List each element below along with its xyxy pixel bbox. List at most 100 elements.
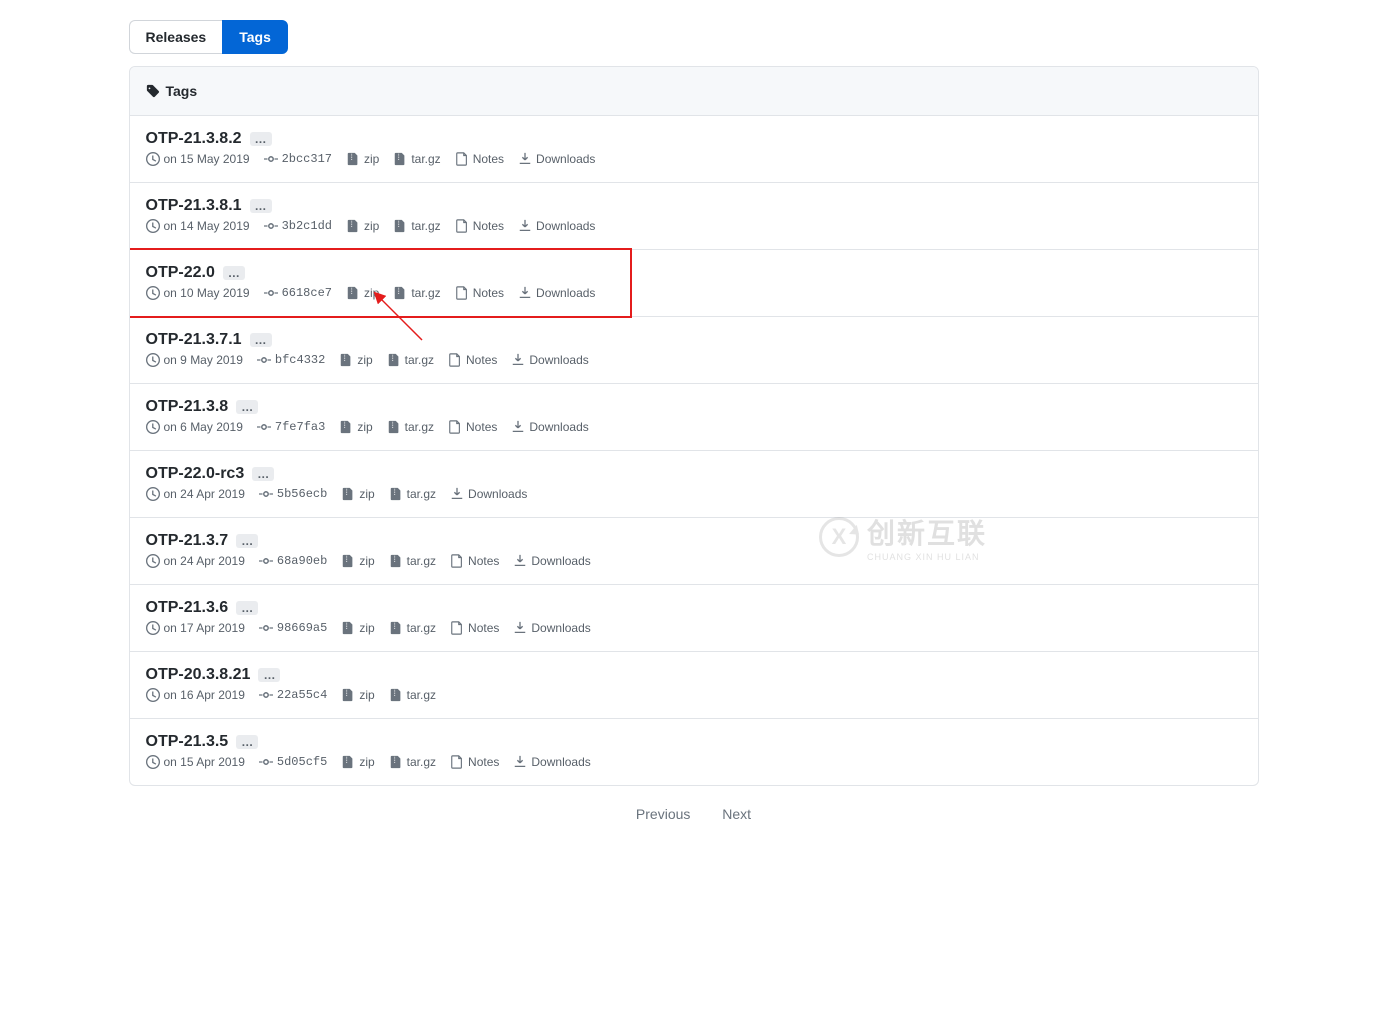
targz-link[interactable]: tar.gz [389, 621, 436, 635]
pagination-prev[interactable]: Previous [636, 806, 690, 822]
tag-meta: on 24 Apr 201968a90ebziptar.gzNotesDownl… [146, 554, 1242, 568]
tag-name-link[interactable]: OTP-21.3.6 [146, 599, 229, 617]
tag-row: OTP-22.0-rc3…on 24 Apr 20195b56ecbziptar… [130, 451, 1258, 518]
ellipsis-button[interactable]: … [236, 601, 258, 615]
commit-link-label: 6618ce7 [282, 286, 332, 300]
zip-link-label: zip [359, 487, 374, 501]
commit-link[interactable]: 5b56ecb [259, 487, 327, 501]
tab-releases[interactable]: Releases [129, 20, 223, 54]
commit-link[interactable]: 6618ce7 [264, 286, 332, 300]
zip-link[interactable]: zip [341, 688, 374, 702]
downloads-link-label: Downloads [531, 755, 590, 769]
targz-link[interactable]: tar.gz [389, 554, 436, 568]
downloads-link-label: Downloads [536, 219, 595, 233]
notes-link[interactable]: Notes [455, 219, 504, 233]
commit-link[interactable]: 2bcc317 [264, 152, 332, 166]
tag-name-link[interactable]: OTP-20.3.8.21 [146, 666, 251, 684]
notes-link[interactable]: Notes [455, 286, 504, 300]
zip-link-label: zip [359, 688, 374, 702]
zip-link[interactable]: zip [346, 286, 379, 300]
targz-link[interactable]: tar.gz [389, 487, 436, 501]
notes-link[interactable]: Notes [450, 755, 499, 769]
downloads-link[interactable]: Downloads [518, 286, 595, 300]
notes-link[interactable]: Notes [450, 621, 499, 635]
targz-link-icon [389, 487, 403, 501]
zip-link[interactable]: zip [346, 152, 379, 166]
zip-link-label: zip [357, 353, 372, 367]
commit-link-icon [264, 152, 278, 166]
ellipsis-button[interactable]: … [236, 400, 258, 414]
notes-link[interactable]: Notes [448, 353, 497, 367]
tag-date: on 6 May 2019 [146, 420, 243, 434]
tag-date-icon [146, 554, 160, 568]
notes-link-icon [450, 621, 464, 635]
targz-link[interactable]: tar.gz [389, 688, 436, 702]
tag-name-link[interactable]: OTP-22.0 [146, 264, 215, 282]
downloads-link[interactable]: Downloads [511, 353, 588, 367]
targz-link[interactable]: tar.gz [393, 152, 440, 166]
zip-link[interactable]: zip [339, 353, 372, 367]
zip-link-icon [341, 554, 355, 568]
commit-link[interactable]: 68a90eb [259, 554, 327, 568]
zip-link[interactable]: zip [341, 487, 374, 501]
notes-link-label: Notes [466, 353, 497, 367]
downloads-link[interactable]: Downloads [513, 755, 590, 769]
zip-link-icon [341, 755, 355, 769]
tag-name-link[interactable]: OTP-21.3.7 [146, 532, 229, 550]
ellipsis-button[interactable]: … [236, 534, 258, 548]
notes-link[interactable]: Notes [448, 420, 497, 434]
pagination: Previous Next [129, 786, 1259, 852]
targz-link[interactable]: tar.gz [389, 755, 436, 769]
ellipsis-button[interactable]: … [250, 132, 272, 146]
tag-name-link[interactable]: OTP-22.0-rc3 [146, 465, 245, 483]
ellipsis-button[interactable]: … [223, 266, 245, 280]
downloads-link[interactable]: Downloads [513, 554, 590, 568]
tag-name-link[interactable]: OTP-21.3.5 [146, 733, 229, 751]
downloads-link[interactable]: Downloads [450, 487, 527, 501]
commit-link[interactable]: 3b2c1dd [264, 219, 332, 233]
ellipsis-button[interactable]: … [250, 333, 272, 347]
ellipsis-button[interactable]: … [258, 668, 280, 682]
tag-date-label: on 9 May 2019 [164, 353, 243, 367]
targz-link[interactable]: tar.gz [387, 420, 434, 434]
zip-link[interactable]: zip [339, 420, 372, 434]
targz-link[interactable]: tar.gz [393, 286, 440, 300]
downloads-link-icon [513, 554, 527, 568]
tag-meta: on 15 Apr 20195d05cf5ziptar.gzNotesDownl… [146, 755, 1242, 769]
commit-link[interactable]: 5d05cf5 [259, 755, 327, 769]
downloads-link-icon [518, 286, 532, 300]
downloads-link[interactable]: Downloads [518, 219, 595, 233]
commit-link[interactable]: 98669a5 [259, 621, 327, 635]
zip-link[interactable]: zip [346, 219, 379, 233]
notes-link[interactable]: Notes [450, 554, 499, 568]
zip-link[interactable]: zip [341, 755, 374, 769]
zip-link[interactable]: zip [341, 621, 374, 635]
tag-name-link[interactable]: OTP-21.3.8 [146, 398, 229, 416]
zip-link[interactable]: zip [341, 554, 374, 568]
targz-link[interactable]: tar.gz [393, 219, 440, 233]
zip-link-icon [341, 688, 355, 702]
commit-link[interactable]: 22a55c4 [259, 688, 327, 702]
tab-tags[interactable]: Tags [222, 20, 288, 54]
targz-link[interactable]: tar.gz [387, 353, 434, 367]
commit-link[interactable]: bfc4332 [257, 353, 325, 367]
ellipsis-button[interactable]: … [250, 199, 272, 213]
tag-name-link[interactable]: OTP-21.3.7.1 [146, 331, 242, 349]
downloads-link[interactable]: Downloads [513, 621, 590, 635]
notes-link-label: Notes [468, 755, 499, 769]
pagination-next[interactable]: Next [722, 806, 751, 822]
notes-link-label: Notes [468, 621, 499, 635]
commit-link-label: 2bcc317 [282, 152, 332, 166]
zip-link-label: zip [364, 219, 379, 233]
downloads-link[interactable]: Downloads [511, 420, 588, 434]
ellipsis-button[interactable]: … [236, 735, 258, 749]
tag-name-link[interactable]: OTP-21.3.8.2 [146, 130, 242, 148]
tag-name-link[interactable]: OTP-21.3.8.1 [146, 197, 242, 215]
notes-link[interactable]: Notes [455, 152, 504, 166]
tag-date-icon [146, 219, 160, 233]
commit-link[interactable]: 7fe7fa3 [257, 420, 325, 434]
downloads-link[interactable]: Downloads [518, 152, 595, 166]
ellipsis-button[interactable]: … [252, 467, 274, 481]
commit-link-label: 5b56ecb [277, 487, 327, 501]
commit-link-icon [259, 755, 273, 769]
